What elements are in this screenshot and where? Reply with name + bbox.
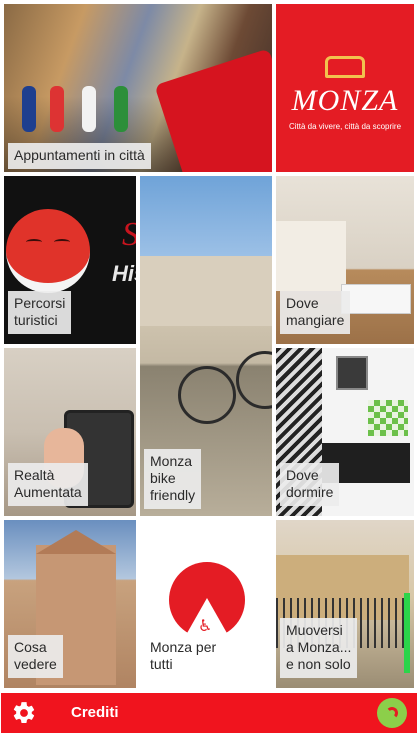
runner-figure bbox=[50, 86, 64, 132]
face-eye bbox=[54, 239, 70, 245]
face-eye bbox=[26, 239, 42, 245]
red-face-illustration bbox=[6, 209, 90, 293]
photo-caption-text: His bbox=[112, 261, 136, 286]
tile-appuntamenti[interactable]: Appuntamenti in città bbox=[4, 4, 272, 172]
tile-label: Monza per tutti bbox=[150, 639, 217, 672]
tile-monza-per-tutti[interactable]: ♿ Monza per tutti bbox=[140, 520, 272, 688]
bike-wheel bbox=[236, 351, 272, 409]
monza-tagline: Città da vivere, città da scoprire bbox=[288, 122, 402, 131]
runner-figure bbox=[114, 86, 128, 132]
tile-dove-dormire[interactable]: Dove dormire bbox=[276, 348, 414, 516]
footer-bar: Crediti bbox=[1, 693, 417, 733]
signal-arc bbox=[386, 707, 398, 719]
wall-clock bbox=[336, 356, 368, 390]
dining-table bbox=[341, 284, 411, 314]
red-script-graphic: S bbox=[122, 216, 136, 254]
tile-cosa-vedere[interactable]: Cosa vedere bbox=[4, 520, 136, 688]
credits-button[interactable]: Crediti bbox=[71, 704, 119, 721]
tile-percorsi-turistici[interactable]: S His Percorsi turistici bbox=[4, 176, 136, 344]
tile-label: Percorsi turistici bbox=[8, 291, 72, 334]
runner-figure bbox=[82, 86, 96, 132]
exhibit-wall bbox=[276, 221, 346, 291]
tile-label: Realtà Aumentata bbox=[8, 463, 88, 506]
tile-label: Cosa vedere bbox=[8, 635, 63, 678]
satellite-dish-icon[interactable] bbox=[377, 698, 407, 728]
gear-icon[interactable] bbox=[11, 700, 37, 726]
tile-realta-aumentata[interactable]: Realtà Aumentata bbox=[4, 348, 136, 516]
crown-icon bbox=[325, 56, 365, 78]
tile-label: Appuntamenti in città bbox=[8, 143, 151, 169]
tile-label: Dove mangiare bbox=[280, 291, 351, 334]
runner-figure bbox=[22, 86, 36, 132]
tile-dove-mangiare[interactable]: Dove mangiare bbox=[276, 176, 414, 344]
banner-photo-element bbox=[154, 48, 272, 172]
tile-monza-logo[interactable]: MONZA Città da vivere, città da scoprire bbox=[276, 4, 414, 172]
green-wall-art bbox=[368, 400, 408, 436]
tile-monza-bike-friendly[interactable]: Monza bike friendly bbox=[140, 176, 272, 516]
green-post bbox=[404, 593, 410, 673]
wheelchair-icon: ♿ bbox=[198, 618, 213, 635]
tile-label: Monza bike friendly bbox=[144, 449, 202, 509]
villa-building bbox=[140, 256, 272, 326]
tile-muoversi-a-monza[interactable]: Muoversi a Monza... e non solo bbox=[276, 520, 414, 688]
tile-label: Dove dormire bbox=[280, 463, 340, 506]
bike-wheel bbox=[178, 366, 236, 424]
monza-brand: MONZA bbox=[291, 84, 399, 117]
church-roof bbox=[36, 530, 116, 554]
tile-label: Muoversi a Monza... e non solo bbox=[280, 618, 358, 678]
